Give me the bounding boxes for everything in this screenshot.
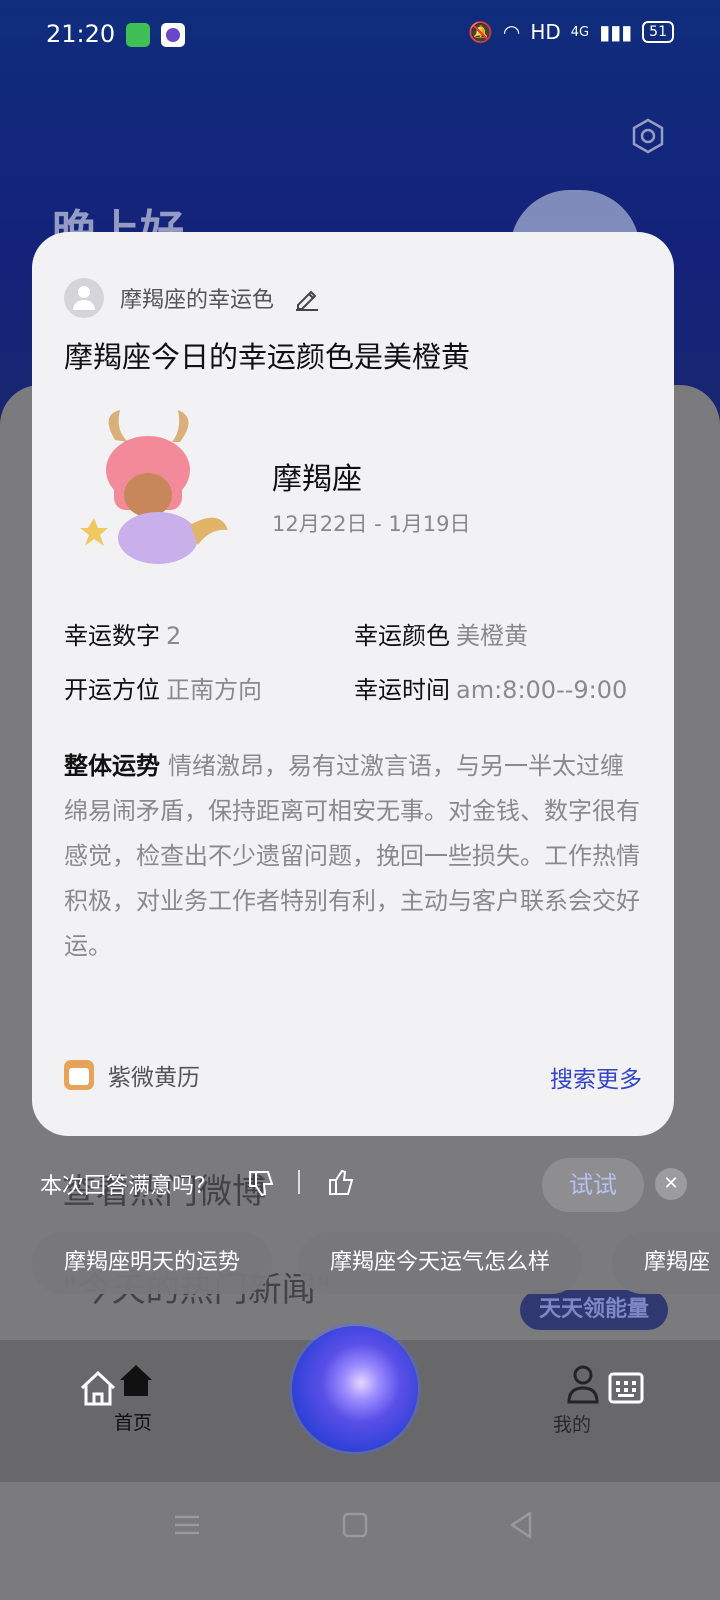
profile-icon[interactable]: [566, 1364, 600, 1404]
energy-badge[interactable]: 天天领能量: [520, 1290, 668, 1330]
nav-home-label[interactable]: 首页: [114, 1408, 152, 1435]
provider-row[interactable]: 紫微黄历: [64, 1058, 200, 1092]
info-value: 2: [166, 622, 182, 650]
status-right: 🔕 ◠ HD 4G ▮▮▮ 51: [468, 20, 674, 44]
info-value: 正南方向: [166, 676, 262, 704]
card-source-row: 摩羯座的幸运色: [64, 278, 320, 318]
info-label: 开运方位: [64, 676, 160, 704]
answer-headline: 摩羯座今日的幸运颜色是美橙黄: [64, 340, 471, 374]
overall-fortune: 整体运势 情绪激昂，易有过激言语，与另一半太过缠绵易闹矛盾，保持距离可相安无事。对…: [64, 744, 644, 969]
overall-label: 整体运势: [64, 752, 160, 780]
back-icon[interactable]: [506, 1510, 536, 1540]
provider-name: 紫微黄历: [108, 1065, 200, 1091]
sign-name: 摩羯座: [272, 462, 362, 497]
query-label: 摩羯座的幸运色: [120, 288, 275, 313]
keyboard-icon[interactable]: [608, 1370, 644, 1406]
avatar-icon: [64, 278, 104, 318]
network-hd-label: HD: [530, 20, 561, 44]
edit-icon[interactable]: [294, 285, 320, 311]
nav-mine-label[interactable]: 我的: [553, 1410, 591, 1437]
notification-app-icon-2: [161, 23, 185, 47]
try-button[interactable]: 试试: [542, 1158, 644, 1212]
wifi-icon: ◠: [502, 20, 521, 44]
feedback-question: 本次回答满意吗？: [40, 1174, 217, 1199]
home-square-icon[interactable]: [340, 1510, 370, 1540]
thumbs-up-icon[interactable]: [326, 1168, 356, 1198]
signal-type-label: 4G: [570, 24, 590, 40]
info-lucky-direction: 开运方位 正南方向: [64, 670, 262, 705]
answer-card: 摩羯座的幸运色 摩羯座今日的幸运颜色是美橙黄 摩羯座 12月22日 - 1月19…: [32, 232, 674, 1136]
status-bar: 21:20 🔕 ◠ HD 4G ▮▮▮ 51: [0, 0, 720, 72]
close-icon[interactable]: ✕: [655, 1168, 687, 1200]
suggestion-chip[interactable]: 摩羯座明天的运势: [32, 1232, 273, 1294]
calendar-icon: [64, 1060, 94, 1090]
info-label: 幸运数字: [64, 622, 160, 650]
thumbs-down-icon[interactable]: [246, 1168, 276, 1198]
info-lucky-number: 幸运数字 2: [64, 616, 181, 651]
info-value: 美橙黄: [456, 622, 528, 650]
info-label: 幸运颜色: [354, 622, 450, 650]
notification-app-icon: [126, 23, 150, 47]
info-label: 幸运时间: [354, 676, 450, 704]
info-lucky-time: 幸运时间 am:8:00--9:00: [354, 670, 627, 705]
settings-icon[interactable]: [630, 118, 666, 154]
suggestion-chip[interactable]: 摩羯座今天运气怎么样: [298, 1232, 583, 1294]
status-time: 21:20: [46, 20, 116, 48]
sign-date-range: 12月22日 - 1月19日: [272, 512, 471, 536]
overall-text: 情绪激昂，易有过激言语，与另一半太过缠绵易闹矛盾，保持距离可相安无事。对金钱、数…: [64, 752, 640, 960]
system-nav-bar: [0, 1482, 720, 1600]
home-outline-icon[interactable]: [78, 1368, 118, 1408]
suggestion-chip[interactable]: 摩羯座: [612, 1232, 720, 1294]
battery-icon: 51: [642, 21, 674, 43]
voice-assistant-orb[interactable]: [292, 1326, 418, 1452]
menu-icon[interactable]: [172, 1510, 202, 1540]
search-more-link[interactable]: 搜索更多: [550, 1060, 642, 1094]
home-icon[interactable]: [118, 1362, 154, 1398]
mute-icon: 🔕: [467, 20, 493, 44]
info-value: am:8:00--9:00: [456, 676, 628, 704]
feedback-divider: [298, 1170, 300, 1194]
capricorn-mascot-icon: [80, 410, 228, 564]
signal-icon: ▮▮▮: [599, 20, 633, 44]
info-lucky-color: 幸运颜色 美橙黄: [354, 616, 528, 651]
